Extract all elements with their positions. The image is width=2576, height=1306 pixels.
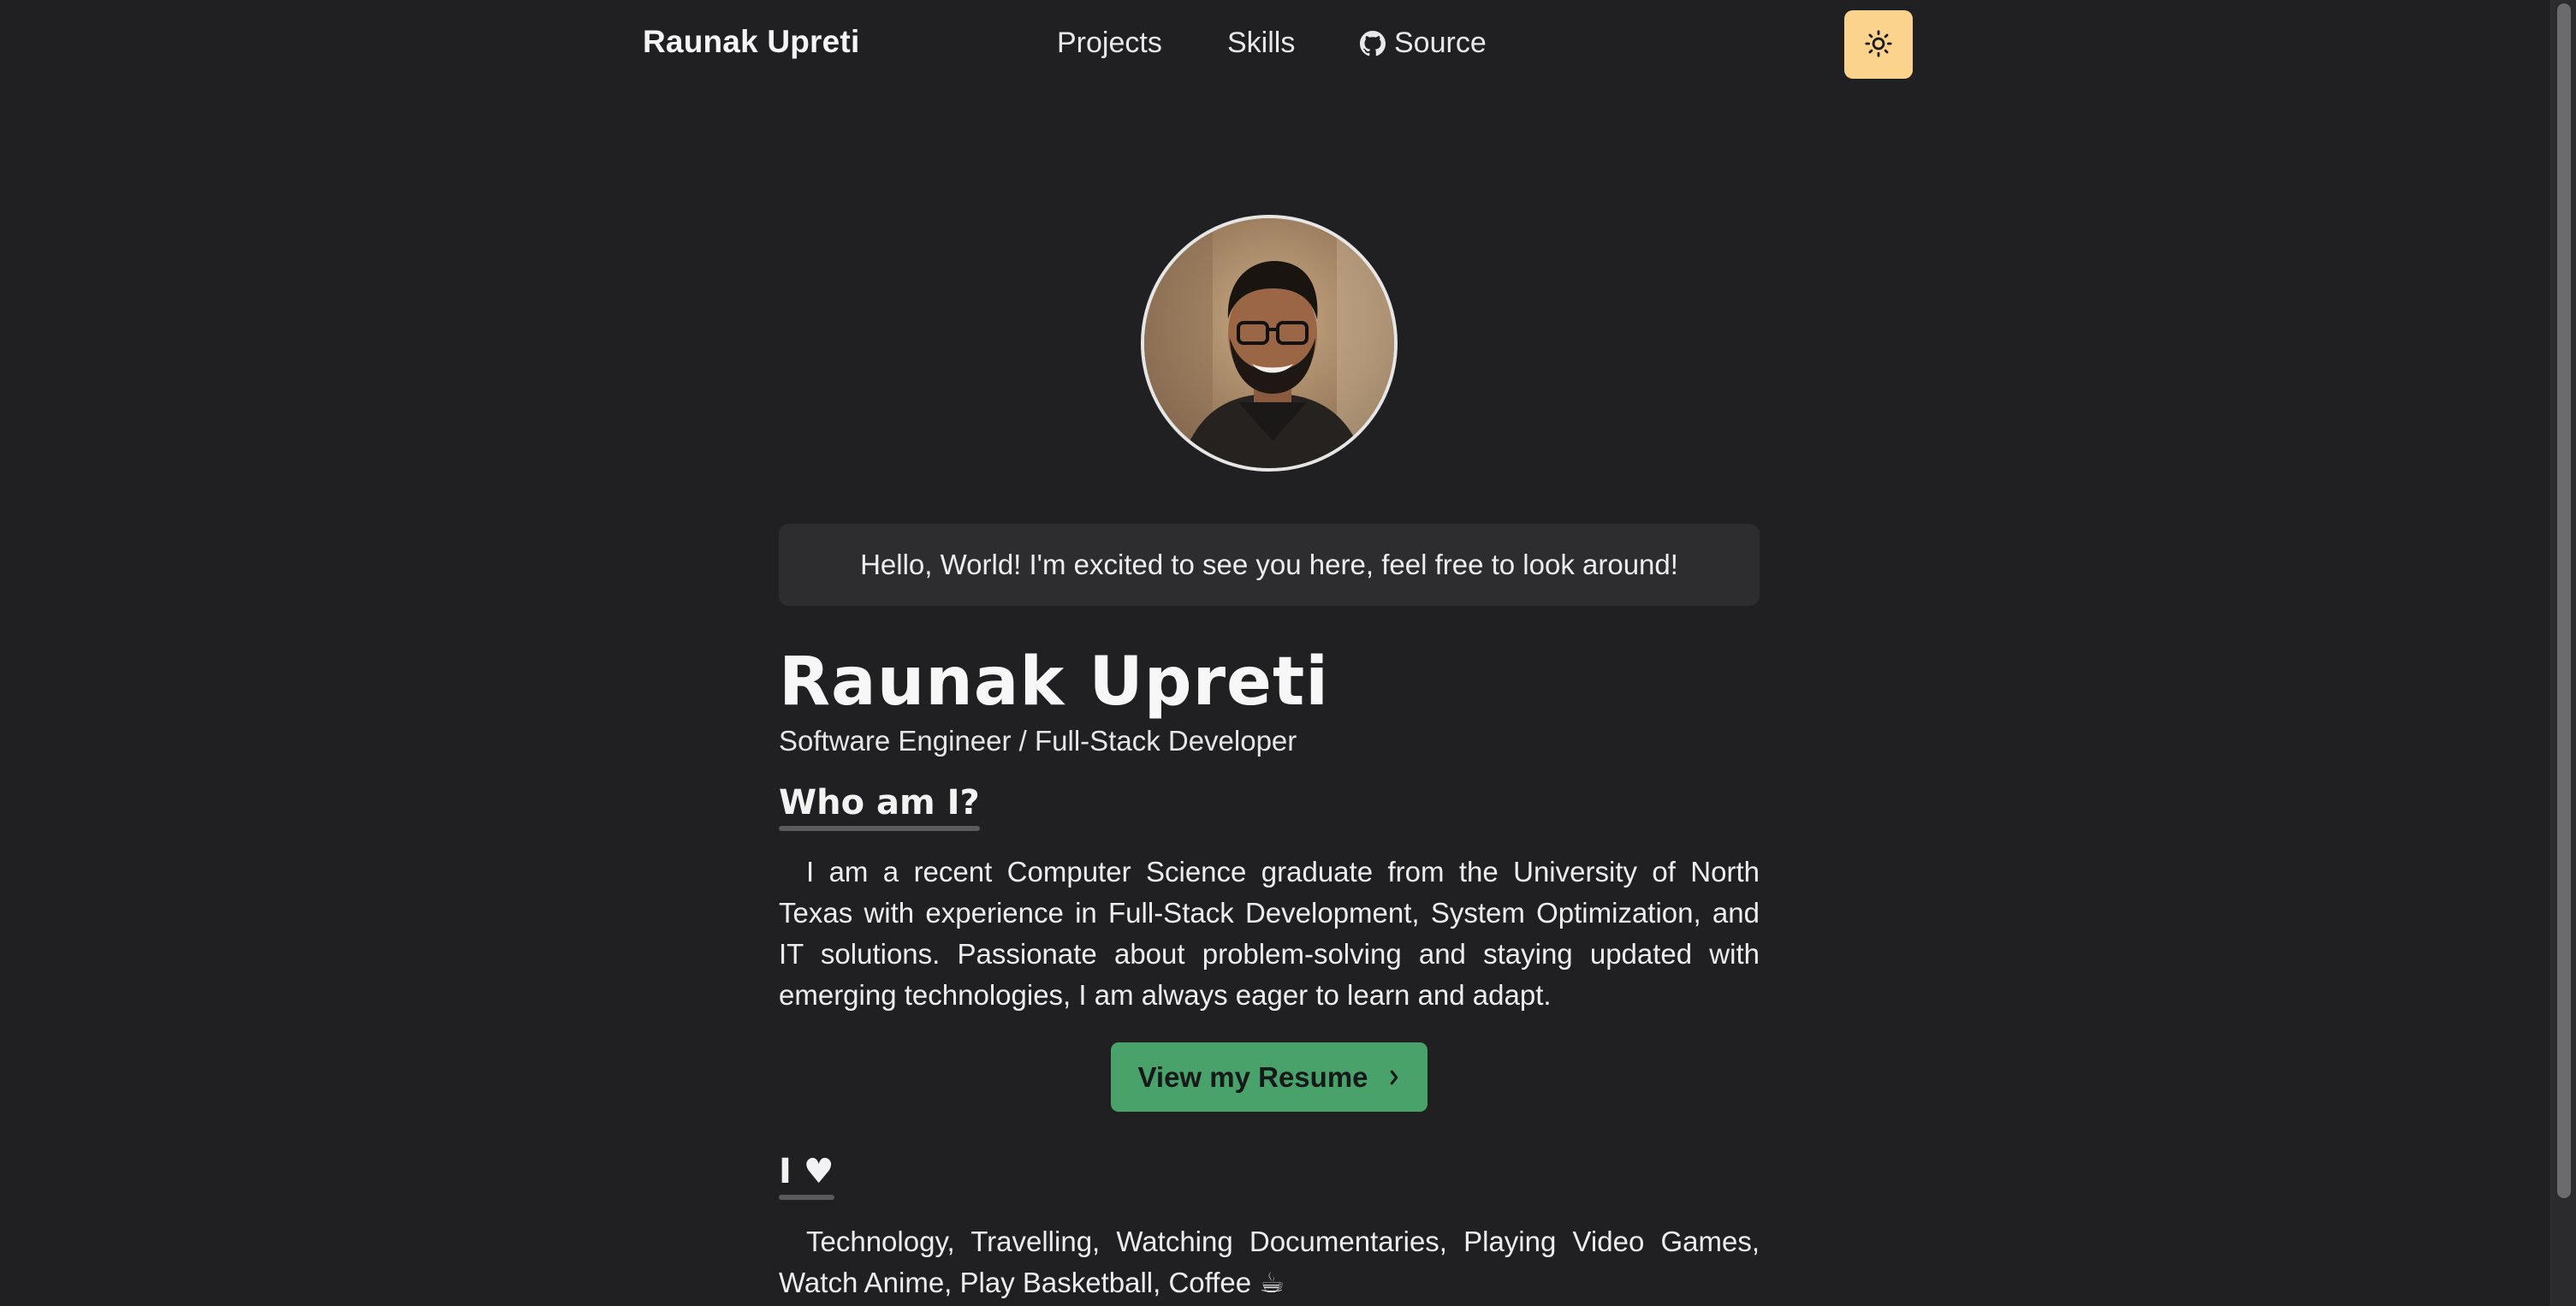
about-paragraph: I am a recent Computer Science graduate … bbox=[779, 856, 1760, 1011]
avatar bbox=[1141, 215, 1398, 472]
section-heading-label: I ♥ bbox=[779, 1152, 834, 1191]
github-icon bbox=[1360, 30, 1386, 56]
heading-underline bbox=[779, 826, 980, 831]
page: Raunak Upreti Projects Skills Source Hel… bbox=[0, 0, 2576, 1306]
nav-link-projects[interactable]: Projects bbox=[1057, 27, 1162, 60]
hobbies-paragraph: Technology, Travelling, Watching Documen… bbox=[779, 1226, 1760, 1298]
theme-toggle-button[interactable] bbox=[1844, 10, 1913, 79]
sun-icon bbox=[1864, 29, 1893, 61]
scrollbar-thumb[interactable] bbox=[2557, 3, 2571, 1198]
section-heading-label: Who am I? bbox=[779, 783, 980, 822]
scrollbar[interactable] bbox=[2550, 0, 2576, 1306]
top-nav: Raunak Upreti Projects Skills Source bbox=[0, 0, 2550, 89]
view-resume-button[interactable]: View my Resume bbox=[1111, 1042, 1427, 1112]
nav-link-skills[interactable]: Skills bbox=[1227, 27, 1295, 60]
chevron-right-icon bbox=[1387, 1061, 1401, 1094]
nav-link-label: Source bbox=[1394, 27, 1487, 59]
heading-underline bbox=[779, 1195, 834, 1200]
job-title: Software Engineer / Full-Stack Developer bbox=[779, 725, 1297, 757]
nav-link-label: Skills bbox=[1227, 27, 1296, 59]
page-title: Raunak Upreti bbox=[779, 644, 1329, 721]
resume-button-label: View my Resume bbox=[1137, 1060, 1368, 1093]
nav-link-source[interactable]: Source bbox=[1360, 27, 1487, 60]
brand-link[interactable]: Raunak Upreti bbox=[643, 24, 859, 60]
section-heading-love: I ♥ bbox=[779, 1152, 834, 1200]
section-heading-who: Who am I? bbox=[779, 783, 980, 831]
greeting-banner: Hello, World! I'm excited to see you her… bbox=[779, 524, 1760, 606]
profile-photo bbox=[1144, 218, 1394, 468]
nav-link-label: Projects bbox=[1057, 27, 1162, 59]
